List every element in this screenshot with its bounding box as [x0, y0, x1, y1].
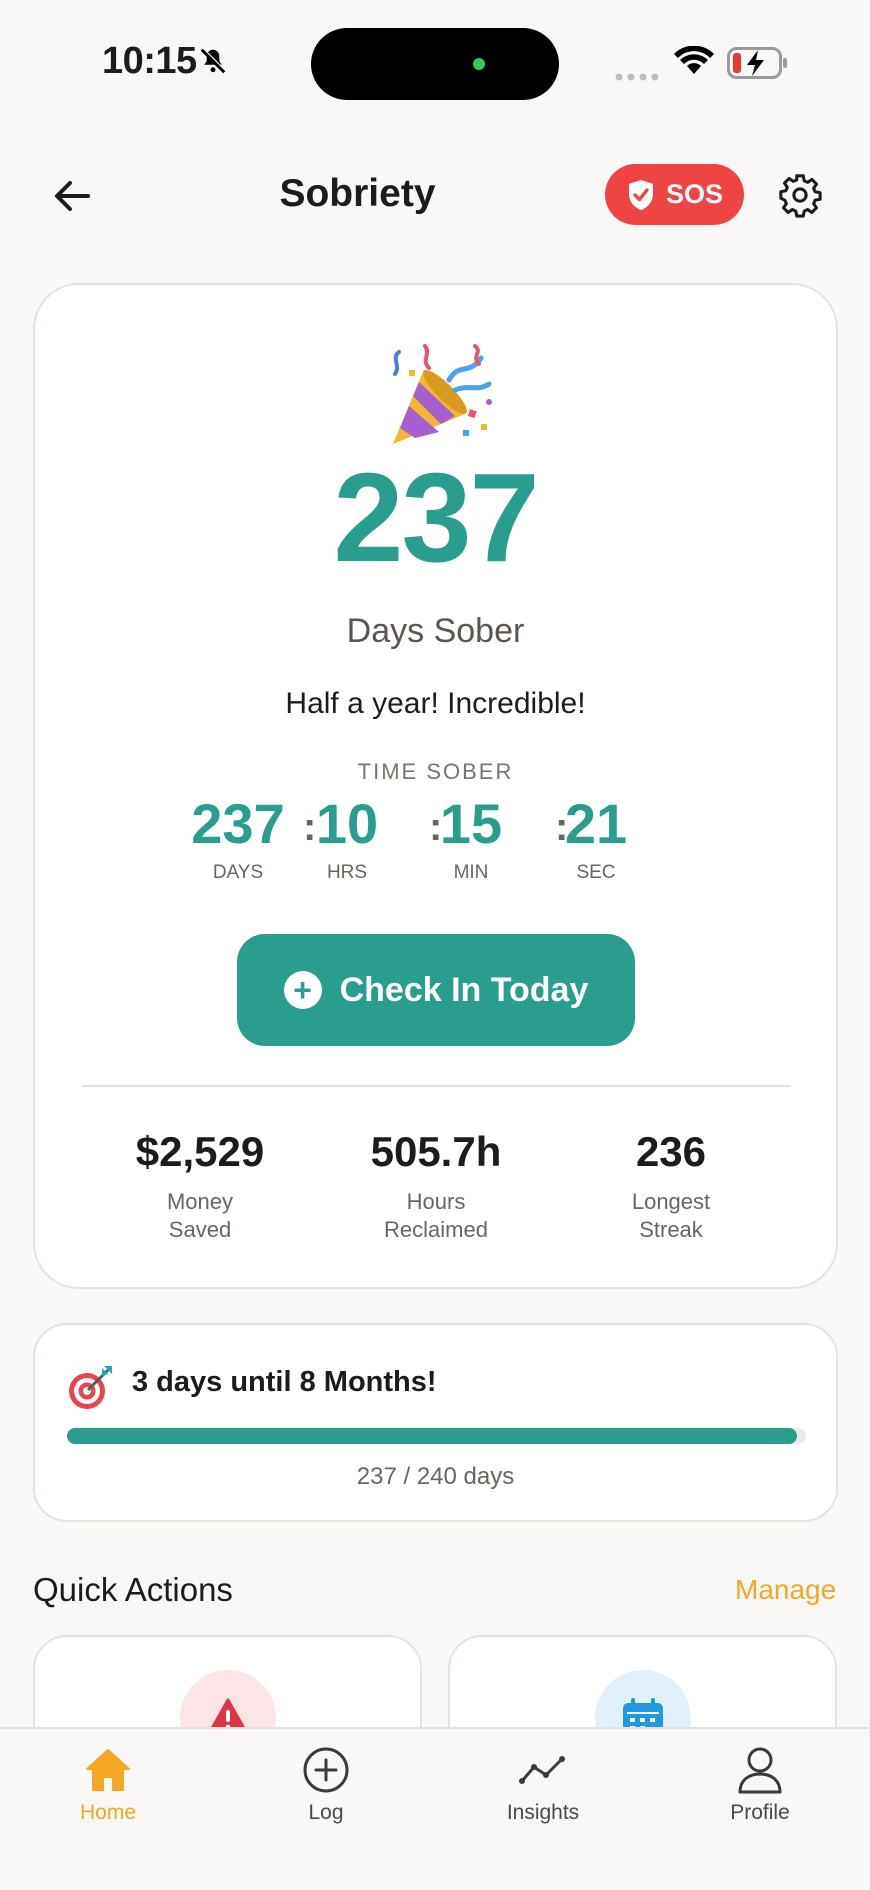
status-bar: 10:15 [0, 0, 870, 120]
status-time: 10:15 [102, 40, 197, 82]
settings-button[interactable] [772, 170, 828, 220]
home-icon [38, 1745, 178, 1795]
check-in-button[interactable]: + Check In Today [237, 934, 635, 1046]
wifi-icon [674, 45, 714, 81]
timer-minutes: 15 MIN [406, 792, 536, 884]
gear-icon [779, 174, 822, 218]
check-in-label: Check In Today [339, 970, 589, 1009]
tab-label: Home [79, 1801, 137, 1824]
stat-label-line: Reclaimed [384, 1216, 488, 1242]
quick-actions-title: Quick Actions [33, 1571, 233, 1608]
cellular-signal-icon [615, 68, 661, 86]
tab-label: Insights [506, 1801, 580, 1824]
camera-indicator-icon [473, 58, 485, 70]
timer-seconds: 21 SEC [531, 792, 661, 884]
plus-circle-icon: + [283, 971, 322, 1009]
tab-bar: Home Log Insights Profile [0, 1727, 870, 1890]
person-icon [690, 1745, 830, 1795]
stat-hours-reclaimed: 505.7h Hours Reclaimed [321, 1128, 551, 1243]
shield-check-icon [628, 179, 653, 210]
timer-hours: 10 HRS [282, 792, 412, 884]
stat-value: 236 [635, 1128, 707, 1175]
tab-label: Profile [730, 1801, 790, 1824]
milestone-progress-text: 237 / 240 days [356, 1463, 515, 1490]
next-milestone-text: 3 days until 8 Months! [132, 1366, 437, 1398]
tab-profile[interactable]: Profile [690, 1745, 830, 1825]
sobriety-card: 237 Days Sober Half a year! Incredible! … [33, 283, 838, 1289]
plus-circle-icon [256, 1745, 396, 1795]
tab-log[interactable]: Log [256, 1745, 396, 1825]
battery-charging-icon [727, 47, 789, 84]
header: Sobriety SOS [0, 160, 870, 230]
timer-hours-caption: HRS [326, 861, 368, 883]
stat-label-line: Hours [406, 1189, 466, 1214]
milestone-progress-bar [67, 1428, 806, 1444]
time-sober-label: TIME SOBER [357, 759, 514, 784]
stat-label-line: Saved [168, 1216, 232, 1242]
milestone-progress-fill [67, 1428, 797, 1444]
days-sober-label: Days Sober [346, 612, 525, 650]
days-sober-count: 237 [333, 447, 539, 588]
sober-timer: 237 DAYS : 10 HRS : 15 MIN : 21 SEC [185, 792, 690, 895]
next-milestone-card: 3 days until 8 Months! 237 / 240 days [33, 1323, 838, 1522]
stat-money-saved: $2,529 Money Saved [85, 1128, 315, 1243]
stat-label: Hours Reclaimed [321, 1188, 551, 1243]
tab-insights[interactable]: Insights [473, 1745, 613, 1825]
stat-label-line: Money [166, 1189, 234, 1214]
sos-label: SOS [665, 179, 724, 209]
target-icon [66, 1362, 116, 1417]
stat-longest-streak: 236 Longest Streak [556, 1128, 786, 1243]
stat-value: 505.7h [370, 1128, 502, 1175]
timer-seconds-value: 21 [564, 792, 628, 855]
stat-label: Longest Streak [556, 1188, 786, 1243]
bell-muted-icon [198, 46, 228, 81]
manage-link[interactable]: Manage [735, 1574, 836, 1606]
stat-value: $2,529 [135, 1128, 265, 1175]
timer-minutes-caption: MIN [453, 861, 489, 883]
party-popper-icon [385, 340, 495, 455]
dynamic-island [311, 28, 559, 100]
stat-label: Money Saved [85, 1188, 315, 1243]
sos-button[interactable]: SOS [605, 164, 744, 225]
tab-label: Log [308, 1801, 344, 1824]
stat-label-line: Longest [631, 1189, 711, 1214]
milestone-message: Half a year! Incredible! [285, 687, 586, 720]
divider [82, 1085, 791, 1087]
tab-home[interactable]: Home [38, 1745, 178, 1825]
timer-seconds-caption: SEC [576, 861, 616, 883]
chart-line-icon [473, 1745, 613, 1795]
timer-hours-value: 10 [315, 792, 379, 855]
stat-label-line: Streak [639, 1216, 703, 1242]
timer-minutes-value: 15 [439, 792, 503, 855]
